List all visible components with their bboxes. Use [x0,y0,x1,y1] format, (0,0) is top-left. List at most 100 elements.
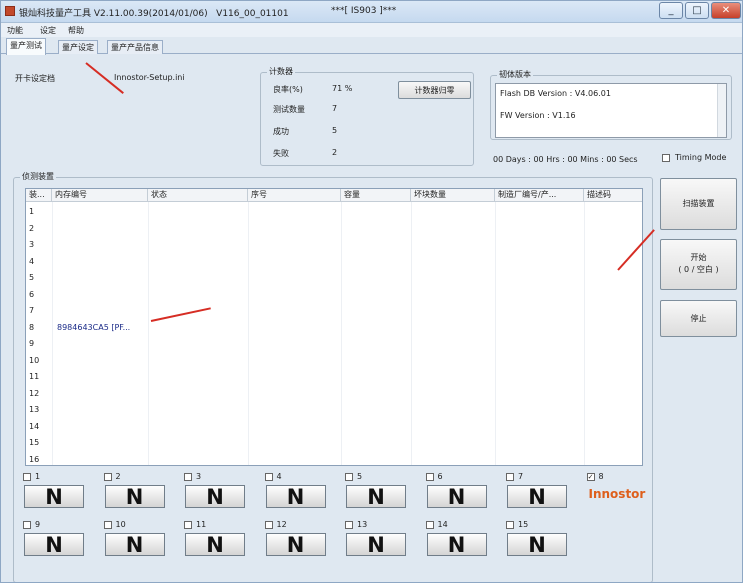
slot-checkbox[interactable] [103,473,112,481]
device-row-number[interactable]: 11 [29,372,39,381]
maximize-button[interactable]: □ [685,2,709,19]
column-capacity[interactable]: 容量 [341,189,411,202]
tab-production-test[interactable]: 量产测试 [6,38,46,55]
slot-checkbox[interactable] [264,521,273,529]
fail-value: 2 [332,148,338,157]
device-row-number[interactable]: 16 [29,455,39,464]
tab-product-info[interactable]: 量产产品信息 [107,40,163,54]
controller-title: ***[ IS903 ]*** [331,6,397,16]
menu-settings[interactable]: 设定 [40,25,56,36]
counter-group: 计数器 良率(%) 71 % 测试数量 7 成功 5 失败 2 计数器归零 [260,66,474,166]
rescan-device-button[interactable]: 扫描装置 [660,178,737,230]
slot-number: 15 [518,520,529,529]
device-detection-title: 侦测装置 [20,171,56,182]
column-serial[interactable]: 序号 [248,189,341,202]
device-row-number[interactable]: 14 [29,422,39,431]
slot-status-button[interactable]: N [24,485,84,509]
column-status[interactable]: 状态 [148,189,248,202]
slot-checkbox[interactable] [103,521,112,529]
column-divider [52,202,53,465]
column-device[interactable]: 装... [26,189,52,202]
column-divider [148,202,149,465]
slot-status-button[interactable]: N [507,533,567,557]
version-scrollbar[interactable] [717,84,726,137]
counter-title: 计数器 [267,66,295,77]
slot-checkbox[interactable] [425,473,434,481]
slot-number: 2 [115,472,121,481]
slot-status-button[interactable]: N [507,485,567,509]
slot-checkbox[interactable] [23,473,31,481]
timing-mode-checkbox[interactable] [662,154,670,162]
device-row-number[interactable]: 5 [29,273,34,282]
slot-number: 9 [35,520,41,529]
slot-checkbox[interactable] [184,473,192,481]
slot-checkbox[interactable] [345,521,353,529]
slot-checkbox[interactable] [184,521,192,529]
reset-counter-button[interactable]: 计数器归零 [398,81,471,99]
menu-help[interactable]: 帮助 [68,25,84,36]
start-button[interactable]: 开始 ( 0 / 空白 ) [660,239,737,290]
slot-checkbox[interactable] [264,473,273,481]
slot-status-button[interactable]: N [265,533,326,557]
device-row-number[interactable]: 9 [29,339,34,348]
column-bad-blocks[interactable]: 坏块数量 [411,189,495,202]
device-row-number[interactable]: 10 [29,356,39,365]
slot-status-button[interactable]: N [185,533,245,557]
device-row-number[interactable]: 3 [29,240,34,249]
slot-checkbox[interactable]: ✓ [586,473,595,481]
device-row-number[interactable]: 13 [29,405,39,414]
device-row-number[interactable]: 2 [29,224,34,233]
column-manufacturer[interactable]: 制造厂编号/产... [495,189,584,202]
main-tabs: 量产测试 量产设定 量产产品信息 [1,38,742,55]
column-memory-id[interactable]: 内存编号 [52,189,148,202]
slot-1: 1N [23,472,98,515]
test-count-value: 7 [332,104,338,113]
firmware-version-title: 韧体版本 [497,69,533,80]
slot-checkbox[interactable] [506,473,514,481]
slot-number: 7 [518,472,524,481]
device-row-number[interactable]: 12 [29,389,39,398]
slot-checkbox[interactable] [425,521,434,529]
elapsed-time: 00 Days : 00 Hrs : 00 Mins : 00 Secs [493,155,638,164]
slot-status-button[interactable]: N [104,533,165,557]
device-row-number[interactable]: 15 [29,438,39,447]
device-row-number[interactable]: 4 [29,257,34,266]
window-title: 银灿科技量产工具 V2.11.00.39(2014/01/06) V116_00… [19,9,289,19]
slot-status-button[interactable]: N [24,533,84,557]
slot-checkbox[interactable] [23,521,31,529]
device-row-number[interactable]: 7 [29,306,34,315]
device-row-number[interactable]: 1 [29,207,34,216]
slot-number: 3 [196,472,202,481]
flash-db-version: Flash DB Version : V4.06.01 [500,89,611,98]
slot-status-button[interactable]: N [185,485,245,509]
slot-checkbox[interactable] [506,521,514,529]
mass-production-tool-window: 银灿科技量产工具 V2.11.00.39(2014/01/06) V116_00… [0,0,743,583]
yield-label: 良率(%) [273,85,303,94]
stop-button[interactable]: 停止 [660,300,737,337]
firmware-version-group: 韧体版本 Flash DB Version : V4.06.01 FW Vers… [490,69,732,140]
slot-7: 7N [506,472,581,515]
column-divider [411,202,412,465]
tab-production-settings[interactable]: 量产设定 [58,40,98,54]
column-descriptor[interactable]: 描述码 [584,189,642,202]
device-row-number[interactable]: 8 [29,323,34,332]
menu-function[interactable]: 功能 [7,25,23,36]
slot-status-button[interactable]: N [265,485,326,509]
slot-number: 8 [598,472,604,481]
slot-status-button[interactable]: N [346,533,406,557]
slot-status-button[interactable]: N [426,485,487,509]
slot-9: 9N [23,520,98,563]
slot-checkbox[interactable] [345,473,353,481]
slot-6: 6N [425,472,501,515]
column-divider [495,202,496,465]
slot-status-button[interactable]: N [426,533,487,557]
slot-number: 10 [115,520,126,529]
slot-number: 12 [276,520,287,529]
minimize-button[interactable]: _ [659,2,683,19]
firmware-version-box: Flash DB Version : V4.06.01 FW Version :… [495,83,727,138]
slot-status-button[interactable]: N [104,485,165,509]
device-row-number[interactable]: 6 [29,290,34,299]
column-divider [341,202,342,465]
slot-status-button[interactable]: N [346,485,406,509]
close-button[interactable]: ✕ [711,2,741,19]
